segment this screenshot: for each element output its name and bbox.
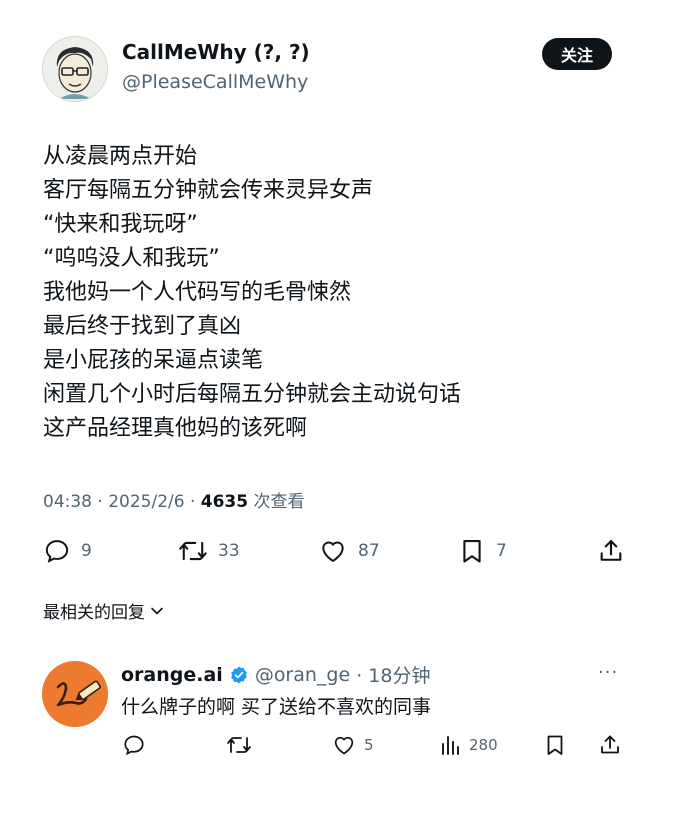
share-button[interactable] <box>597 537 625 565</box>
reply-author-handle[interactable]: @oran_ge <box>255 664 350 686</box>
author-handle[interactable]: @PleaseCallMeWhy <box>122 71 308 93</box>
repost-count: 33 <box>218 541 240 561</box>
bookmark-icon <box>463 540 481 563</box>
reply-share-button[interactable] <box>598 733 622 757</box>
reply-count: 9 <box>81 541 92 561</box>
verified-badge-icon <box>230 666 247 683</box>
bookmark-icon <box>547 735 563 755</box>
reply-avatar-illustration <box>42 661 108 727</box>
reply-view-count: 280 <box>469 736 498 754</box>
like-count: 87 <box>358 541 380 561</box>
like-button[interactable]: 87 <box>318 537 380 565</box>
reply-timestamp[interactable]: · 18分钟 <box>356 661 430 688</box>
reply-bookmark-button[interactable] <box>543 733 567 757</box>
post-line: 这产品经理真他妈的该死啊 <box>43 416 308 441</box>
post-line: 我他妈一个人代码写的毛骨悚然 <box>43 280 352 305</box>
analytics-icon <box>442 736 459 755</box>
repost-button[interactable]: 33 <box>178 537 240 565</box>
heart-icon <box>334 736 354 755</box>
post-line: 客厅每隔五分钟就会传来灵异女声 <box>43 178 374 203</box>
reply-author-name[interactable]: orange.ai <box>121 664 223 686</box>
follow-button[interactable]: 关注 <box>542 38 612 70</box>
reply-header: orange.ai @oran_ge · 18分钟 <box>121 661 430 688</box>
post-line: 从凌晨两点开始 <box>43 144 198 169</box>
heart-icon <box>322 541 344 562</box>
bookmark-count: 7 <box>496 541 507 561</box>
post-line: 是小屁孩的呆逼点读笔 <box>43 348 264 373</box>
reply-repost-button[interactable] <box>226 733 252 757</box>
repost-icon <box>227 737 251 753</box>
relevant-replies-dropdown[interactable]: 最相关的回复 <box>43 598 165 623</box>
reply-views-button[interactable]: 280 <box>438 733 498 757</box>
reply-icon <box>45 540 69 563</box>
author-name[interactable]: CallMeWhy (?, ?) <box>122 40 310 64</box>
author-avatar-illustration <box>43 37 107 101</box>
share-icon <box>601 735 619 754</box>
more-options-icon[interactable]: ··· <box>598 662 618 683</box>
reply-text: 什么牌子的啊 买了送给不喜欢的同事 <box>121 696 432 718</box>
reply-reply-button[interactable] <box>122 733 146 757</box>
post-text: 从凌晨两点开始 客厅每隔五分钟就会传来灵异女声 “快来和我玩呀” “呜呜没人和我… <box>43 140 461 446</box>
relevant-replies-label: 最相关的回复 <box>43 603 145 623</box>
author-avatar[interactable] <box>42 36 108 102</box>
reply-like-count: 5 <box>364 736 374 754</box>
bookmark-button[interactable]: 7 <box>458 537 507 565</box>
repost-icon <box>179 541 207 561</box>
post-line: “快来和我玩呀” <box>43 212 198 237</box>
reply-button[interactable]: 9 <box>43 537 92 565</box>
post-meta: 04:38 · 2025/2/6 · 4635 次查看 <box>43 487 305 512</box>
reply-avatar[interactable] <box>42 661 108 727</box>
post-timestamp[interactable]: 04:38 · 2025/2/6 · <box>43 492 201 512</box>
view-count-suffix: 次查看 <box>248 492 305 512</box>
post-line: “呜呜没人和我玩” <box>43 246 220 271</box>
view-count: 4635 <box>200 492 249 512</box>
reply-icon <box>124 735 144 756</box>
post-line: 最后终于找到了真凶 <box>43 314 242 339</box>
share-icon <box>600 540 622 561</box>
chevron-down-icon <box>151 607 163 614</box>
post-line: 闲置几个小时后每隔五分钟就会主动说句话 <box>43 382 462 407</box>
reply-like-button[interactable]: 5 <box>331 733 374 757</box>
